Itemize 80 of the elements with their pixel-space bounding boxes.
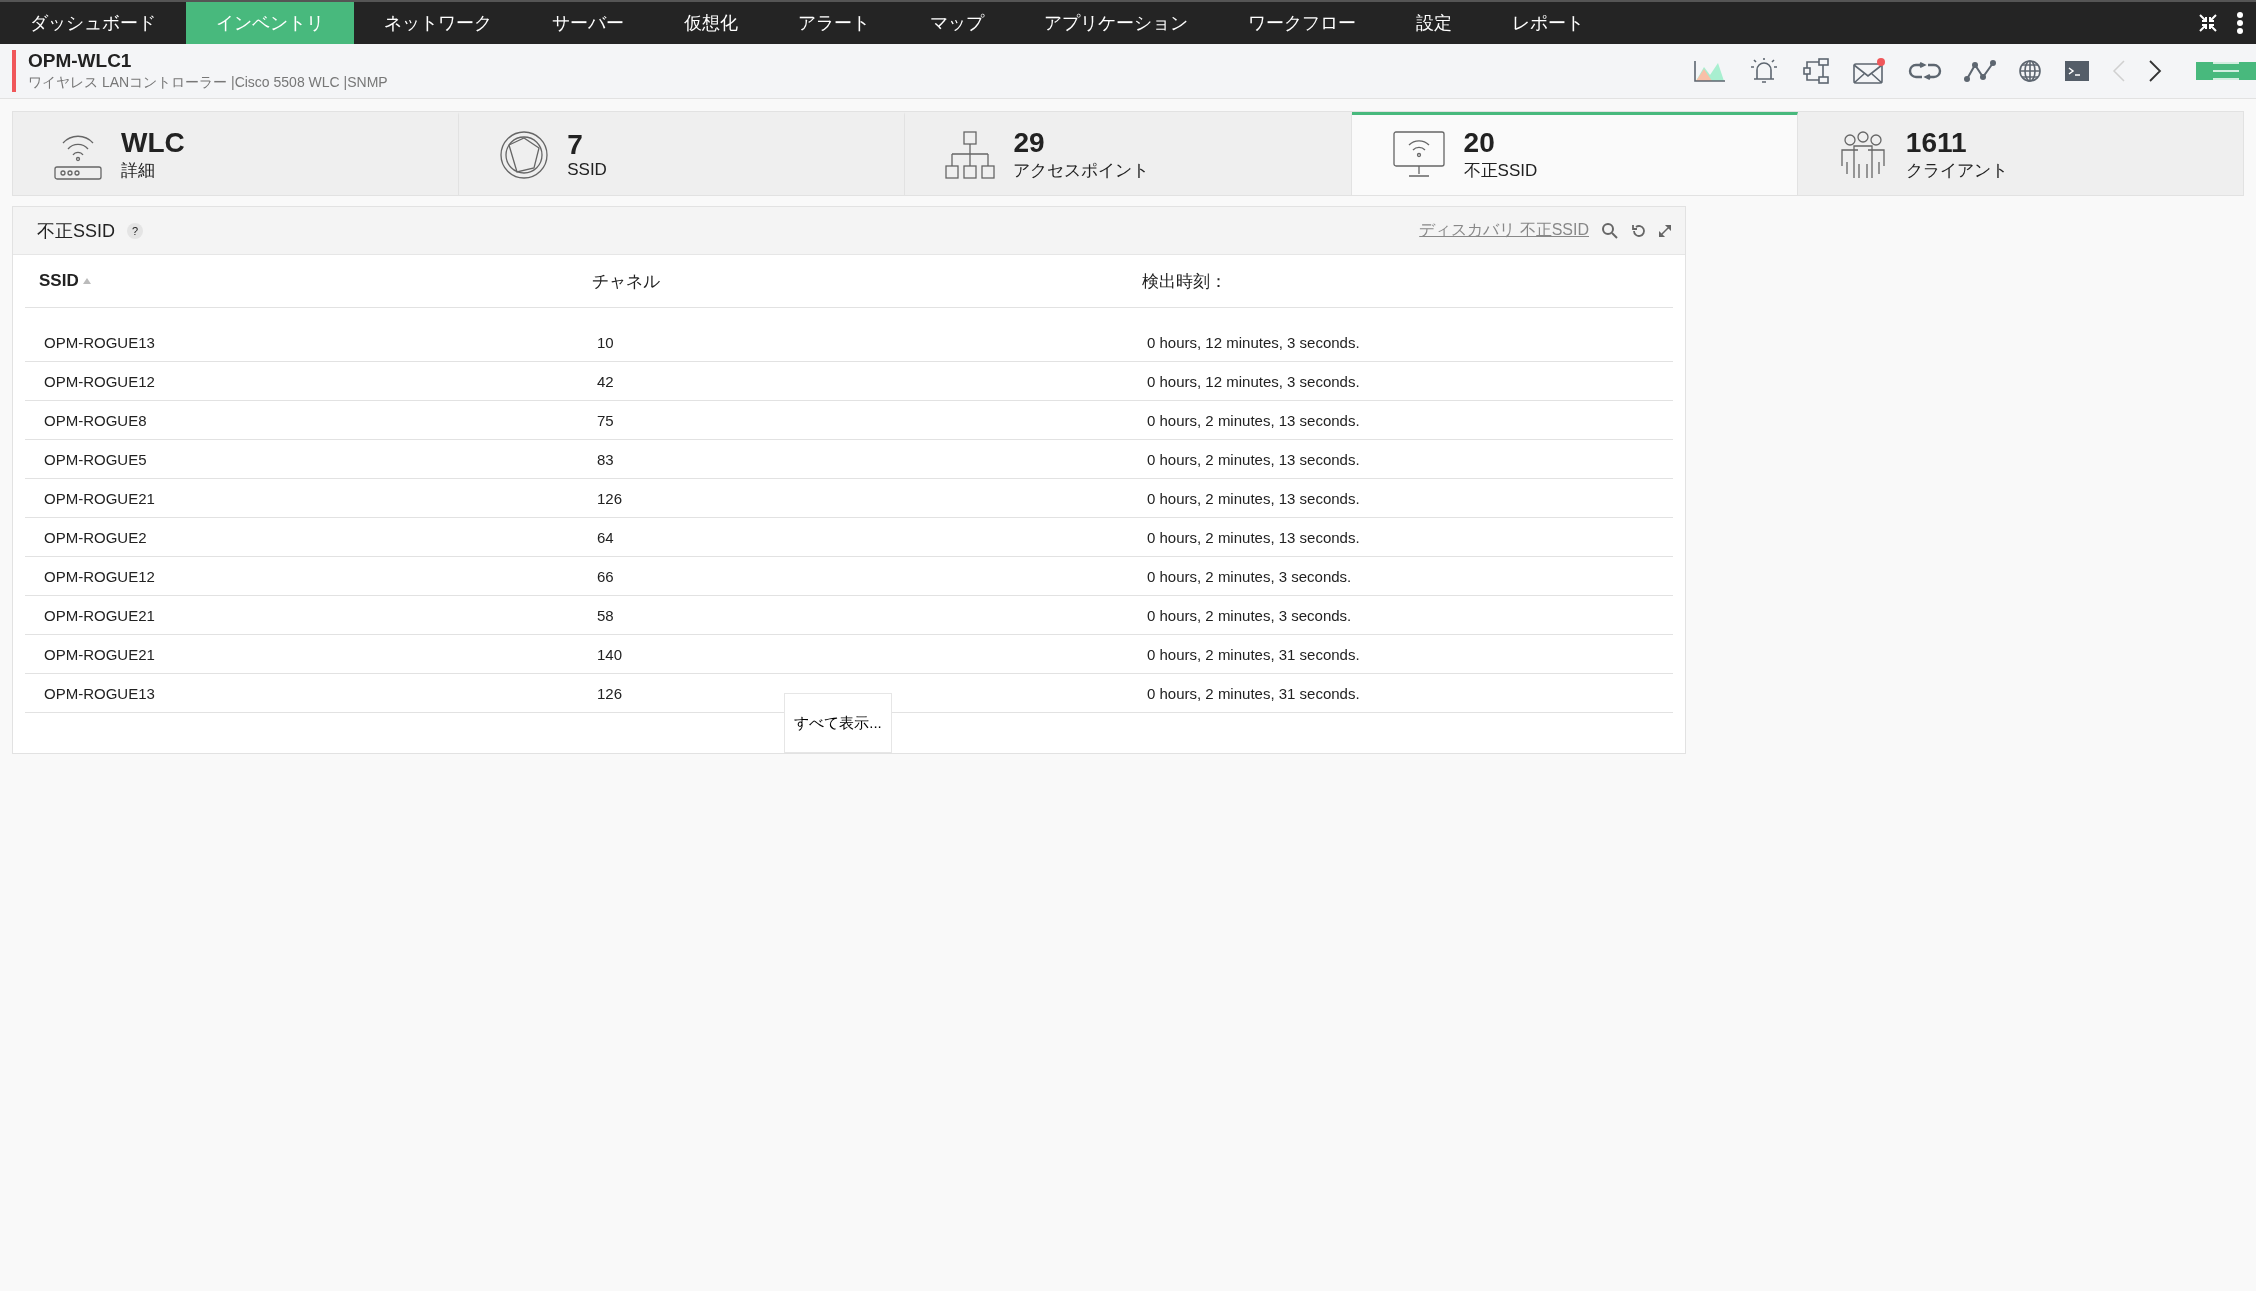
- column-header: 検出時刻：: [1142, 270, 1227, 293]
- table-cell-text: 0 hours, 12 minutes, 3 seconds.: [1146, 372, 1361, 390]
- table-cell-text: 58: [596, 606, 615, 624]
- summary-tile[interactable]: 20 不正SSID: [1351, 112, 1798, 195]
- bell-icon[interactable]: [1748, 57, 1780, 85]
- monitor-wifi-icon: [1391, 130, 1446, 180]
- tile-value: 20: [1463, 128, 1496, 159]
- tile-value: 1611: [1905, 128, 1968, 159]
- tile-label: クライアント: [1905, 159, 2008, 182]
- table-cell-text: 0 hours, 2 minutes, 13 seconds.: [1146, 411, 1361, 429]
- summary-tile[interactable]: WLC 詳細: [13, 112, 460, 195]
- table-cell-text: OPM-ROGUE5: [43, 450, 148, 468]
- table-cell-text: 66: [596, 567, 615, 585]
- show-all-button[interactable]: すべて表示...: [784, 693, 892, 753]
- summary-tile[interactable]: 1611 クライアント: [1797, 112, 2243, 195]
- tile-label: 不正SSID: [1463, 159, 1538, 182]
- table-cell-text: 126: [596, 489, 624, 507]
- nav-tab[interactable]: アプリケーション: [1014, 2, 1218, 44]
- table-cell-text: 126: [596, 684, 624, 702]
- hierarchy-icon: [945, 130, 996, 180]
- tile-label: 詳細: [121, 159, 156, 182]
- nav-tab[interactable]: サーバー: [522, 2, 654, 44]
- table-cell-text: 0 hours, 2 minutes, 31 seconds.: [1146, 645, 1361, 663]
- tile-label: SSID: [567, 160, 607, 181]
- table-cell-text: 42: [596, 372, 615, 390]
- table-cell-text: 75: [596, 411, 615, 429]
- table-cell-text: OPM-ROGUE12: [43, 372, 156, 390]
- refresh-icon[interactable]: [1631, 222, 1647, 239]
- table-cell-text: OPM-ROGUE2: [43, 528, 148, 546]
- summary-tile[interactable]: 29 アクセスポイント: [905, 112, 1352, 195]
- tile-value: 29: [1013, 128, 1046, 159]
- table-cell-text: OPM-ROGUE21: [43, 489, 156, 507]
- area-chart-icon[interactable]: [1694, 59, 1726, 83]
- collapse-icon[interactable]: [2198, 13, 2218, 33]
- globe-network-icon: [499, 130, 550, 180]
- expand-icon[interactable]: [1659, 224, 1671, 237]
- table-cell-text: 0 hours, 2 minutes, 3 seconds.: [1146, 567, 1353, 585]
- chevron-right-icon[interactable]: [2148, 59, 2162, 83]
- table-cell-text: OPM-ROGUE13: [43, 333, 156, 351]
- table-cell-text: 0 hours, 2 minutes, 3 seconds.: [1146, 606, 1353, 624]
- mail-icon[interactable]: [1852, 57, 1886, 85]
- table-cell-text: OPM-ROGUE8: [43, 411, 148, 429]
- search-icon[interactable]: [1601, 221, 1619, 240]
- line-graph-icon[interactable]: [1964, 60, 1996, 82]
- device-subtitle: ワイヤレス LANコントローラー |Cisco 5508 WLC |SNMP: [28, 74, 388, 92]
- table-cell-text: 0 hours, 12 minutes, 3 seconds.: [1146, 333, 1361, 351]
- table-cell-text: 64: [596, 528, 615, 546]
- nav-tab[interactable]: ネットワーク: [354, 2, 522, 44]
- table-cell-text: 0 hours, 2 minutes, 13 seconds.: [1146, 450, 1361, 468]
- column-header[interactable]: SSID: [39, 271, 79, 291]
- table-cell-text: 140: [596, 645, 624, 663]
- tile-value: 7: [567, 129, 584, 161]
- help-icon[interactable]: ?: [127, 222, 143, 239]
- column-header: チャネル: [592, 270, 660, 293]
- panel-title: 不正SSID: [37, 219, 115, 243]
- summary-tile[interactable]: 7 SSID: [459, 112, 906, 195]
- nav-tab[interactable]: 設定: [1386, 2, 1482, 44]
- nav-tab[interactable]: ダッシュボード: [0, 2, 186, 44]
- table-cell-text: 0 hours, 2 minutes, 31 seconds.: [1146, 684, 1361, 702]
- nav-tab[interactable]: マップ: [900, 2, 1014, 44]
- nav-tab[interactable]: レポート: [1482, 2, 1614, 44]
- tile-label: アクセスポイント: [1013, 159, 1150, 182]
- table-cell-text: 83: [596, 450, 615, 468]
- terminal-icon[interactable]: [2064, 60, 2090, 82]
- table-cell-text: 0 hours, 2 minutes, 13 seconds.: [1146, 489, 1361, 507]
- nav-tab[interactable]: アラート: [768, 2, 900, 44]
- table-cell-text: OPM-ROGUE12: [43, 567, 156, 585]
- nav-tab[interactable]: 仮想化: [654, 2, 768, 44]
- table-cell-text: OPM-ROGUE21: [43, 606, 156, 624]
- table-cell-text: 0 hours, 2 minutes, 13 seconds.: [1146, 528, 1361, 546]
- table-cell-text: 10: [596, 333, 615, 351]
- table-cell-text: OPM-ROGUE21: [43, 645, 156, 663]
- workflow-icon[interactable]: [1802, 58, 1830, 84]
- table-cell-text: OPM-ROGUE13: [43, 684, 156, 702]
- tile-value: WLC: [121, 128, 185, 159]
- globe-icon[interactable]: [2018, 59, 2042, 83]
- loop-icon[interactable]: [1908, 61, 1942, 81]
- device-name: OPM-WLC1: [28, 50, 133, 72]
- nav-tab[interactable]: ワークフロー: [1218, 2, 1386, 44]
- more-icon[interactable]: [2236, 11, 2244, 35]
